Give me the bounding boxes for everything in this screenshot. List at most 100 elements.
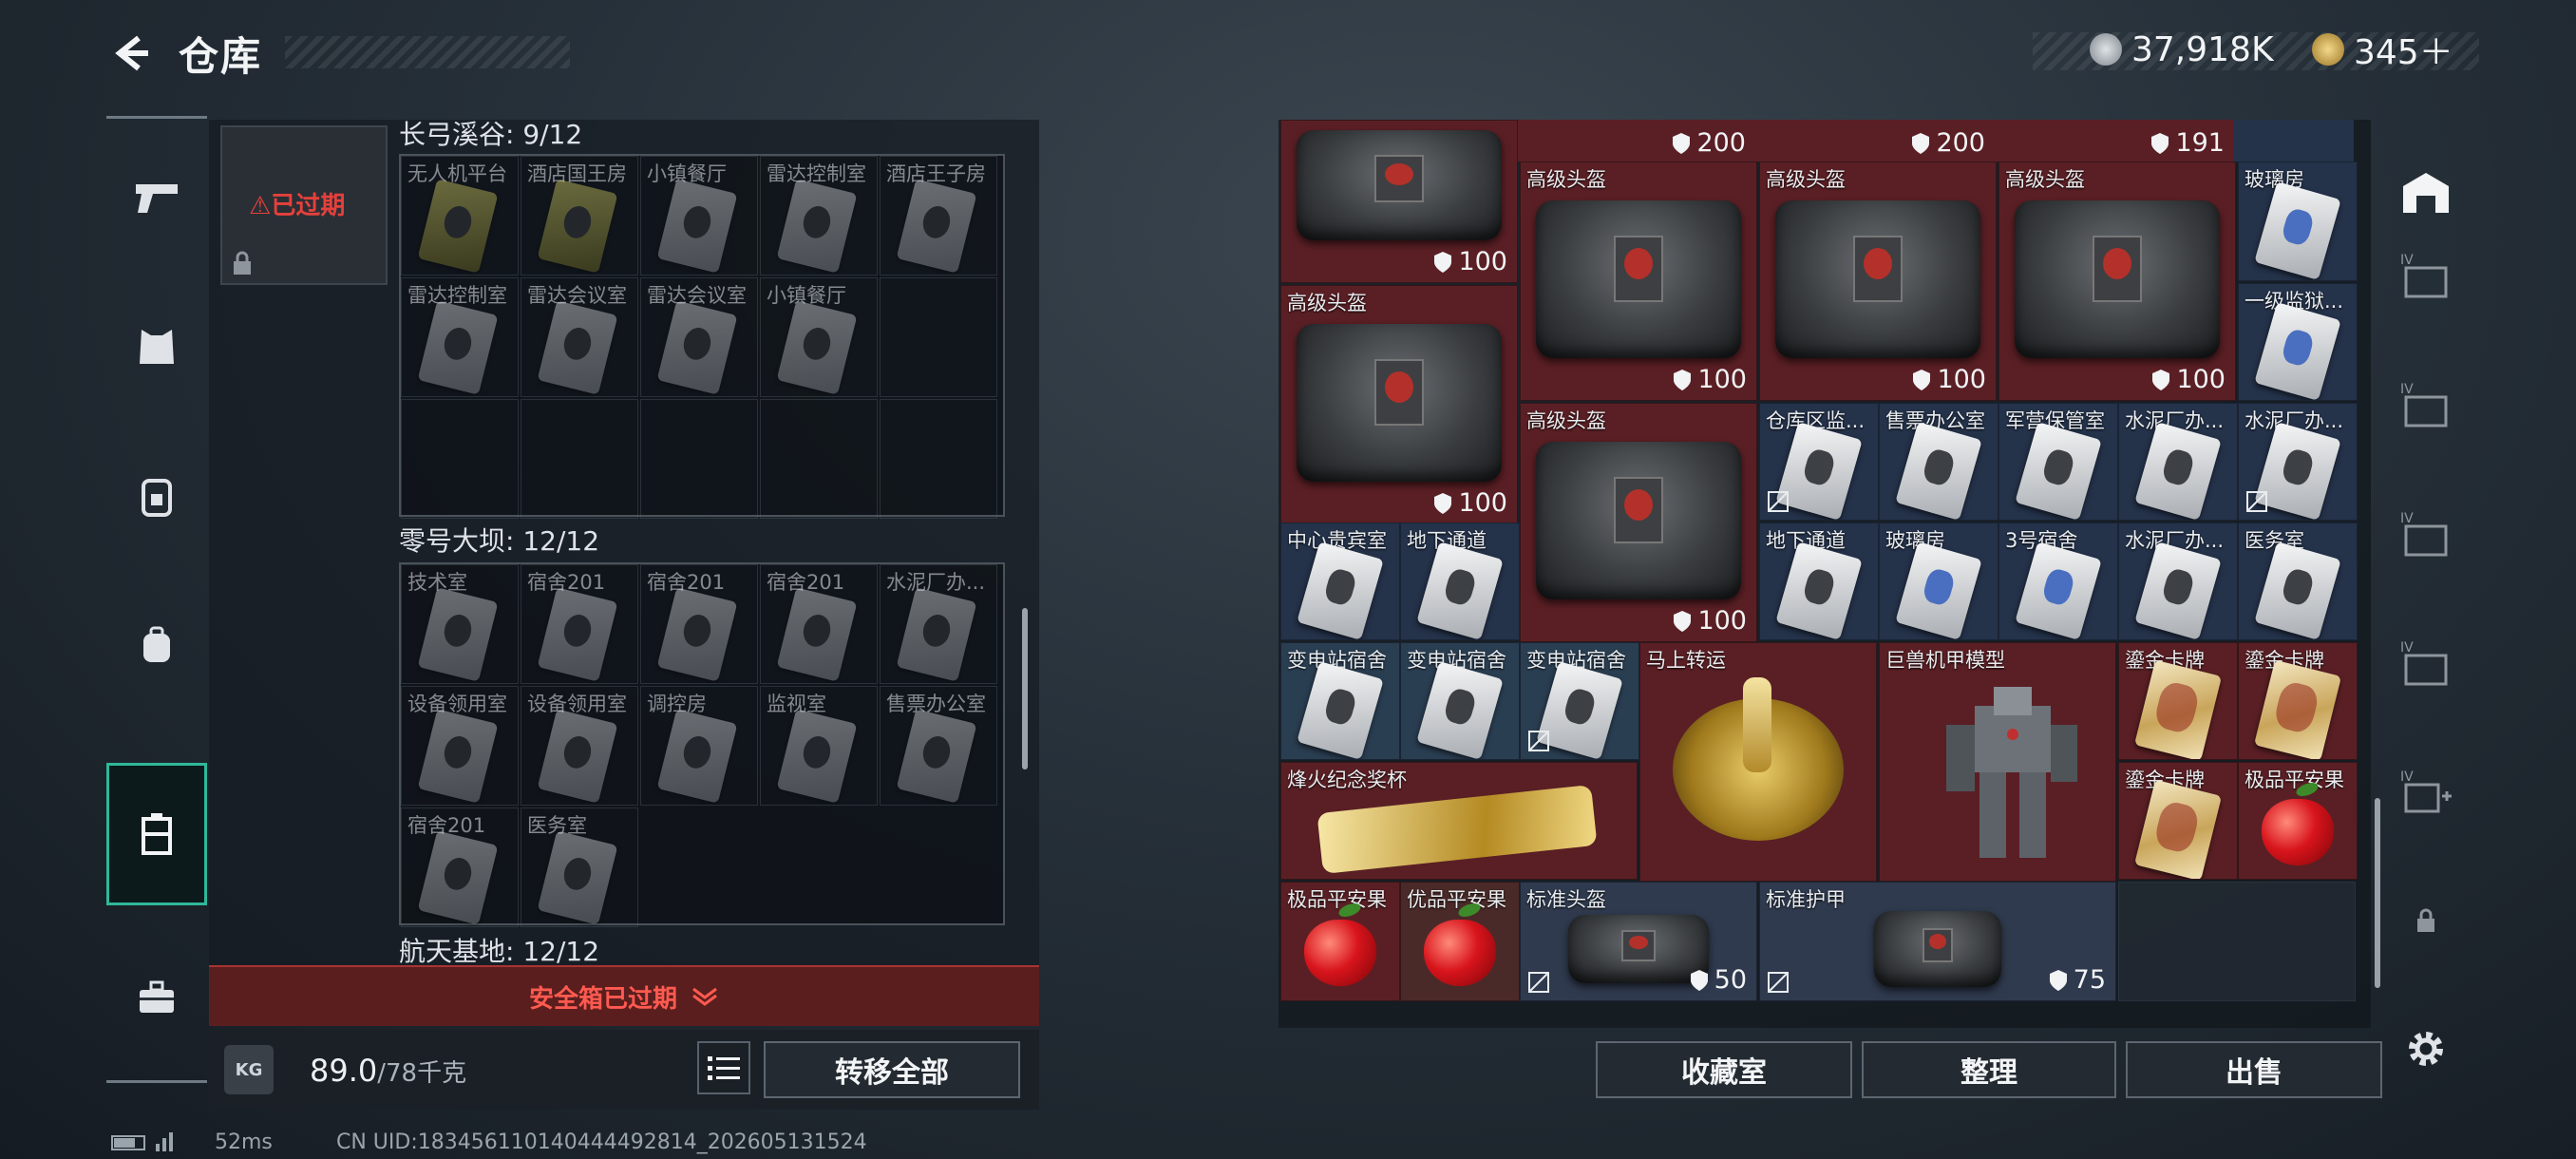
- inventory-item-key[interactable]: 玻璃房: [1879, 522, 1998, 640]
- inventory-item-key[interactable]: 变电站宿舍: [1280, 642, 1400, 760]
- key-slot[interactable]: 宿舍201: [760, 564, 878, 684]
- inventory-item-key[interactable]: 售票办公室: [1879, 403, 1998, 521]
- collection-room-button[interactable]: 收藏室: [1596, 1041, 1852, 1098]
- rail-backpack[interactable]: [106, 574, 207, 716]
- key-slot[interactable]: 雷达会议室: [640, 277, 758, 397]
- keycard-icon: [1895, 421, 1982, 520]
- keycard-icon: [1895, 541, 1982, 639]
- right-rail-container-add[interactable]: IV: [2384, 756, 2468, 828]
- durability-readout: 50: [1690, 965, 1747, 995]
- inventory-item-lucky-coin[interactable]: 马上转运: [1639, 642, 1877, 882]
- inventory-item-key[interactable]: 玻璃房: [2238, 162, 2358, 281]
- inventory-item-apple[interactable]: 极品平安果: [2238, 762, 2358, 880]
- section-title-zero-dam: 零号大坝: 12/12: [399, 525, 600, 557]
- keycard-icon: [896, 587, 977, 682]
- key-slot[interactable]: 医务室: [521, 808, 638, 927]
- inventory-scrollbar[interactable]: [2375, 798, 2380, 988]
- sell-button[interactable]: 出售: [2126, 1041, 2382, 1098]
- inventory-item-key[interactable]: 水泥厂办...: [2238, 403, 2358, 521]
- list-view-button[interactable]: [697, 1041, 750, 1094]
- inventory-item-key[interactable]: 变电站宿舍: [1400, 642, 1520, 760]
- key-slot[interactable]: 监视室: [760, 686, 878, 806]
- inventory-item-key[interactable]: 一级监狱...: [2238, 283, 2358, 401]
- inventory-item-helmet[interactable]: 高级头盔 100: [1520, 403, 1757, 642]
- rail-chest-rig[interactable]: [106, 425, 207, 567]
- key-slot[interactable]: 雷达会议室: [521, 277, 638, 397]
- inventory-item-helmet[interactable]: 100: [1280, 120, 1518, 283]
- inventory-item-gold-card[interactable]: 鎏金卡牌: [2118, 642, 2238, 760]
- inventory-item-key[interactable]: 医务室: [2238, 522, 2358, 640]
- key-slot[interactable]: 雷达控制室: [760, 156, 878, 276]
- key-slot[interactable]: 技术室: [401, 564, 519, 684]
- key-slot[interactable]: 酒店国王房: [521, 156, 638, 276]
- shield-icon: [2152, 369, 2170, 390]
- right-rail-container-2[interactable]: IV: [2384, 369, 2468, 441]
- inventory-item-apple[interactable]: 极品平安果: [1280, 882, 1400, 1001]
- key-slot-empty[interactable]: [880, 399, 997, 519]
- key-slot[interactable]: 小镇餐厅: [760, 277, 878, 397]
- organize-button[interactable]: 整理: [1862, 1041, 2116, 1098]
- inventory-item-trophy[interactable]: 烽火纪念奖杯: [1280, 762, 1638, 880]
- inventory-item-key[interactable]: 地下通道: [1400, 522, 1520, 640]
- inventory-cell-partial[interactable]: 200: [1755, 120, 1995, 162]
- inventory-item-key[interactable]: 中心贵宾室: [1280, 522, 1400, 640]
- inventory-item-standard-armor[interactable]: 标准护甲 75: [1759, 882, 2116, 1001]
- transfer-all-button[interactable]: 转移全部: [764, 1041, 1020, 1098]
- currency-secondary[interactable]: 345＋: [2312, 27, 2453, 72]
- inventory-item-helmet[interactable]: 高级头盔 100: [1280, 285, 1518, 524]
- key-slot[interactable]: 宿舍201: [640, 564, 758, 684]
- settings-button[interactable]: [2384, 1020, 2468, 1077]
- key-slot[interactable]: 设备领用室: [521, 686, 638, 806]
- key-slot-empty[interactable]: [640, 399, 758, 519]
- key-slot[interactable]: 水泥厂办...: [880, 564, 997, 684]
- inventory-item-key[interactable]: 变电站宿舍: [1520, 642, 1639, 760]
- durability-value: 100: [1458, 247, 1507, 276]
- inventory-item-standard-helmet[interactable]: 标准头盔 50: [1520, 882, 1757, 1001]
- right-rail-container-1[interactable]: IV: [2384, 239, 2468, 312]
- inventory-empty-slot[interactable]: [2118, 882, 2356, 1001]
- key-slot[interactable]: 无人机平台: [401, 156, 519, 276]
- weight-value: 89.0: [310, 1053, 378, 1089]
- rail-weapon[interactable]: [106, 126, 207, 269]
- inventory-item-apple[interactable]: 优品平安果: [1400, 882, 1520, 1001]
- key-slot[interactable]: 小镇餐厅: [640, 156, 758, 276]
- inventory-item-helmet[interactable]: 高级头盔 100: [1759, 162, 1997, 401]
- safebox-expired-tag: ⚠已过期: [249, 186, 345, 221]
- inventory-item-key[interactable]: 水泥厂办...: [2118, 403, 2238, 521]
- inventory-item-helmet[interactable]: 高级头盔 100: [1998, 162, 2236, 401]
- inventory-item-key[interactable]: 水泥厂办...: [2118, 522, 2238, 640]
- left-scrollbar[interactable]: [1022, 608, 1028, 770]
- key-slot[interactable]: 调控房: [640, 686, 758, 806]
- right-rail-container-3[interactable]: IV: [2384, 498, 2468, 570]
- rail-toolbox[interactable]: [106, 926, 207, 1069]
- inventory-cell-partial[interactable]: 200: [1518, 120, 1755, 162]
- back-button[interactable]: [104, 27, 158, 80]
- inventory-cell-partial[interactable]: 191: [1995, 120, 2234, 162]
- key-slot-empty[interactable]: [760, 399, 878, 519]
- key-slot[interactable]: 雷达控制室: [401, 277, 519, 397]
- inventory-item-mech-model[interactable]: 巨兽机甲模型: [1879, 642, 2116, 882]
- inventory-item-key[interactable]: 军营保管室: [1998, 403, 2118, 521]
- rail-storage-case[interactable]: [106, 763, 207, 905]
- inventory-item-helmet[interactable]: 高级头盔 100: [1520, 162, 1757, 401]
- key-label: 雷达控制室: [767, 162, 866, 185]
- right-rail-container-4[interactable]: IV: [2384, 627, 2468, 699]
- key-slot[interactable]: 宿舍201: [521, 564, 638, 684]
- key-slot[interactable]: 设备领用室: [401, 686, 519, 806]
- rail-armor[interactable]: [106, 276, 207, 418]
- key-slot-empty[interactable]: [521, 399, 638, 519]
- key-slot-empty[interactable]: [401, 399, 519, 519]
- inventory-item-key[interactable]: 仓库区监...: [1759, 403, 1879, 521]
- key-slot[interactable]: 售票办公室: [880, 686, 997, 806]
- safebox-expired-bar[interactable]: 安全箱已过期: [209, 965, 1039, 1026]
- inventory-cell-partial[interactable]: [2234, 120, 2354, 162]
- inventory-item-key[interactable]: 地下通道: [1759, 522, 1879, 640]
- inventory-item-key[interactable]: 3号宿舍: [1998, 522, 2118, 640]
- inventory-item-gold-card[interactable]: 鎏金卡牌: [2238, 642, 2358, 760]
- right-rail-safe-house[interactable]: [2384, 152, 2468, 234]
- key-slot[interactable]: 酒店王子房: [880, 156, 997, 276]
- key-slot[interactable]: 宿舍201: [401, 808, 519, 927]
- key-slot-empty[interactable]: [880, 277, 997, 397]
- inventory-item-gold-card[interactable]: 鎏金卡牌: [2118, 762, 2238, 880]
- item-label: 极品平安果: [1287, 888, 1387, 911]
